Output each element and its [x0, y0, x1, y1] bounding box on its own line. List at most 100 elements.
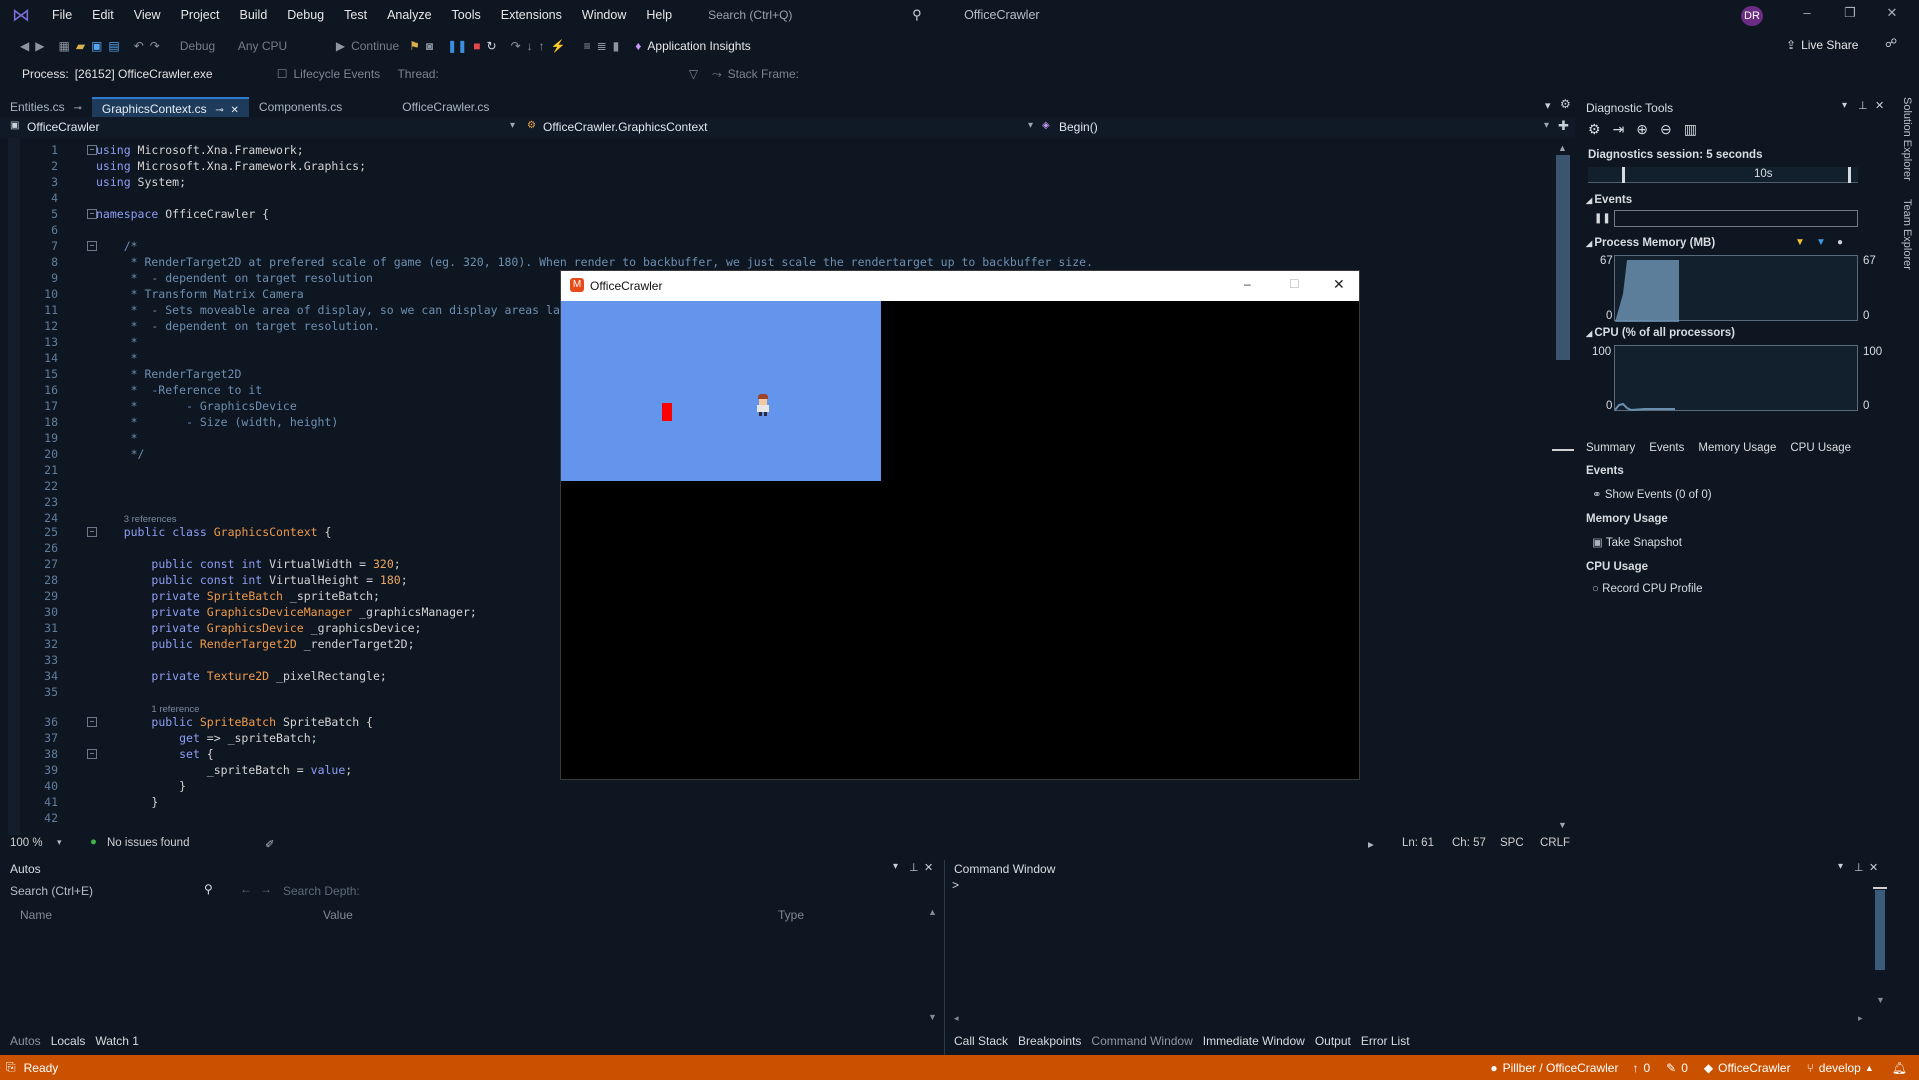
feedback-icon[interactable]: ☍ [1885, 36, 1897, 50]
project-status[interactable]: OfficeCrawler [1718, 1061, 1790, 1075]
restart-icon[interactable]: ↻ [487, 39, 497, 53]
tab-breakpoints[interactable]: Breakpoints [1018, 1034, 1081, 1048]
column-number[interactable]: Ch: 57 [1452, 837, 1486, 849]
diag-tab-memory-usage[interactable]: Memory Usage [1698, 442, 1776, 454]
settings-gear-icon[interactable]: ⚙ [1560, 97, 1571, 111]
bookmark-icon[interactable]: ▮ [613, 39, 620, 53]
code-line[interactable]: 7− /* [8, 238, 1548, 254]
close-icon[interactable]: ✕ [924, 861, 933, 874]
forward-icon[interactable]: ▶ [35, 39, 44, 53]
solution-explorer-tab[interactable]: Solution Explorer [1901, 97, 1913, 181]
team-explorer-tab[interactable]: Team Explorer [1901, 199, 1913, 270]
save-icon[interactable]: ▣ [91, 39, 102, 53]
open-folder-icon[interactable]: ▰ [76, 39, 85, 53]
project-dropdown[interactable]: OfficeCrawler [27, 120, 99, 134]
menu-tools[interactable]: Tools [442, 0, 491, 30]
diag-section-action[interactable]: ○ Record CPU Profile [1592, 583, 1886, 595]
zoom-in-icon[interactable]: ⊕ [1636, 121, 1648, 138]
filter-icon[interactable]: ▽ [689, 67, 698, 81]
redo-icon[interactable]: ↷ [150, 39, 160, 53]
tab-officecrawler[interactable]: OfficeCrawler.cs [392, 97, 499, 117]
type-dropdown[interactable]: OfficeCrawler.GraphicsContext [543, 120, 708, 134]
code-line[interactable]: 2 using Microsoft.Xna.Framework.Graphics; [8, 158, 1548, 174]
tab-graphicscontext[interactable]: GraphicsContext.cs ⊸ ✕ [91, 97, 249, 117]
new-project-icon[interactable]: ▦ [58, 39, 69, 53]
chevron-down-icon[interactable]: ▾ [1842, 100, 1847, 111]
zoom-select[interactable]: 100 % [10, 837, 43, 849]
pin-icon[interactable]: ⊸ [213, 105, 223, 116]
repository-link[interactable]: Pillber / OfficeCrawler [1503, 1061, 1619, 1075]
autos-search-input[interactable]: Search (Ctrl+E) [10, 884, 93, 898]
menu-help[interactable]: Help [636, 0, 682, 30]
diag-tab-cpu-usage[interactable]: CPU Usage [1790, 442, 1851, 454]
step-out-icon[interactable]: ↑ [539, 39, 545, 53]
back-arrow-icon[interactable]: ← [240, 882, 252, 896]
scroll-up-icon[interactable]: ▲ [1558, 143, 1567, 153]
application-insights-button[interactable]: Application Insights [647, 39, 750, 53]
menu-debug[interactable]: Debug [277, 0, 334, 30]
tab-immediate-window[interactable]: Immediate Window [1203, 1034, 1305, 1048]
brush-icon[interactable]: ✐ [265, 837, 275, 851]
code-line[interactable]: 8 * RenderTarget2D at prefered scale of … [8, 254, 1548, 270]
tab-locals[interactable]: Locals [51, 1034, 86, 1048]
close-icon[interactable]: ✕ [1875, 99, 1884, 112]
stack-frame-icon[interactable]: ⤳ [712, 67, 722, 82]
tab-entities[interactable]: Entities.cs ⊸ [0, 97, 92, 117]
pending-changes[interactable]: 0 [1681, 1061, 1688, 1075]
tab-call-stack[interactable]: Call Stack [954, 1034, 1008, 1048]
close-icon[interactable]: ✕ [1869, 861, 1878, 874]
chevron-down-icon[interactable]: ▾ [1544, 120, 1549, 131]
lifecycle-events-button[interactable]: Lifecycle Events [293, 67, 393, 81]
diag-section-action[interactable]: ▣ Take Snapshot [1592, 535, 1886, 549]
pin-icon[interactable]: ⊥ [1854, 861, 1864, 874]
game-window[interactable]: M OfficeCrawler – ☐ ✕ [560, 270, 1360, 780]
code-line[interactable]: 40 } [8, 778, 1548, 794]
issues-status[interactable]: No issues found [107, 837, 189, 849]
tab-overflow-icon[interactable]: ▾ [1545, 99, 1551, 112]
comment-icon[interactable]: ≡ [584, 39, 591, 53]
menu-file[interactable]: File [42, 0, 82, 30]
camera-icon[interactable]: ◙ [426, 39, 433, 53]
settings-icon[interactable]: ⚙ [1588, 121, 1601, 138]
scroll-down-icon[interactable]: ▼ [1558, 820, 1567, 830]
game-window-titlebar[interactable]: M OfficeCrawler – ☐ ✕ [561, 271, 1359, 301]
unpushed-commits[interactable]: 0 [1643, 1061, 1650, 1075]
menu-project[interactable]: Project [171, 0, 230, 30]
scroll-down-icon[interactable]: ▼ [1876, 995, 1885, 1005]
reset-view-icon[interactable]: ▥ [1684, 121, 1697, 138]
process-memory-graph[interactable] [1614, 255, 1858, 322]
scroll-left-icon[interactable]: ◂ [954, 1013, 959, 1024]
close-tab-icon[interactable]: ✕ [228, 105, 239, 116]
undo-icon[interactable]: ↶ [134, 39, 144, 53]
chevron-up-icon[interactable]: ▲ [1865, 1063, 1874, 1073]
continue-icon[interactable]: ▶ [336, 39, 345, 53]
uncomment-icon[interactable]: ≣ [597, 39, 607, 53]
tab-watch-1[interactable]: Watch 1 [95, 1034, 139, 1048]
game-maximize-icon[interactable]: ☐ [1289, 277, 1300, 291]
restore-icon[interactable]: ❐ [1838, 5, 1862, 25]
menu-build[interactable]: Build [229, 0, 277, 30]
line-number[interactable]: Ln: 61 [1402, 837, 1434, 849]
code-line[interactable]: 6 [8, 222, 1548, 238]
diag-tab-events[interactable]: Events [1649, 442, 1684, 454]
search-icon[interactable]: ⚲ [912, 7, 934, 23]
code-line[interactable]: 3 using System; [8, 174, 1548, 190]
events-track[interactable] [1614, 210, 1858, 227]
step-into-icon[interactable]: ↓ [527, 39, 533, 53]
scroll-down-icon[interactable]: ▼ [928, 1012, 937, 1022]
cpu-graph[interactable] [1614, 345, 1858, 412]
column-header-type[interactable]: Type [778, 908, 804, 922]
export-icon[interactable]: ⇥ [1613, 121, 1625, 138]
tab-autos[interactable]: Autos [10, 1034, 41, 1048]
zoom-out-icon[interactable]: ⊖ [1660, 121, 1672, 138]
pause-icon[interactable]: ❚❚ [447, 39, 467, 53]
command-input-area[interactable] [952, 878, 1852, 1018]
game-close-icon[interactable]: ✕ [1333, 276, 1345, 293]
stop-icon[interactable]: ■ [473, 39, 480, 53]
back-icon[interactable]: ◀ [20, 39, 29, 53]
editor-scrollbar-thumb[interactable] [1556, 155, 1570, 360]
hot-reload-icon[interactable]: ⚑ [409, 39, 420, 53]
pin-icon[interactable]: ⊥ [909, 861, 919, 874]
whitespace-mode[interactable]: SPC [1500, 837, 1524, 849]
chevron-down-icon[interactable]: ▾ [57, 837, 62, 848]
